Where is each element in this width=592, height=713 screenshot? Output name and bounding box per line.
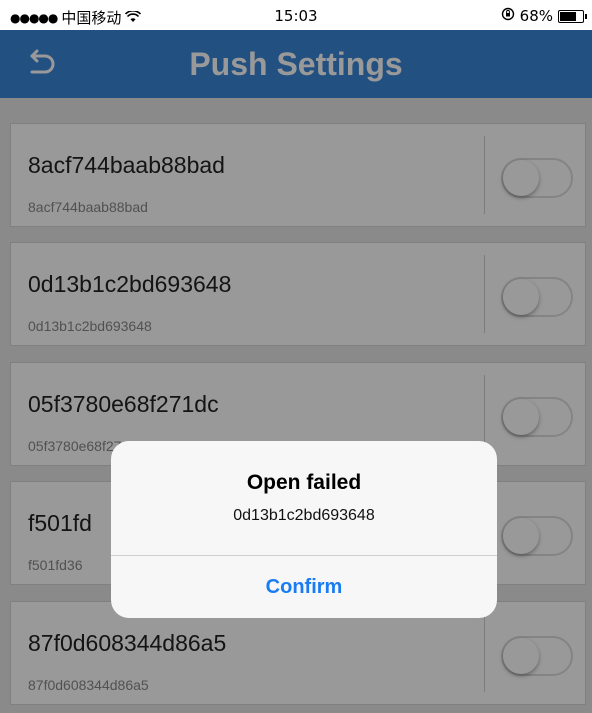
orientation-lock-icon [501, 7, 515, 25]
battery-icon [558, 9, 587, 23]
battery-percent: 68% [519, 7, 553, 25]
confirm-button[interactable]: Confirm [111, 556, 497, 618]
alert-dialog: Open failed 0d13b1c2bd693648 Confirm [111, 441, 497, 618]
status-bar: ●●●●● 中国移动 15:03 68% [0, 0, 592, 30]
alert-title: Open failed [246, 471, 362, 494]
status-right: 68% [501, 7, 587, 25]
alert-message: 0d13b1c2bd693648 [233, 507, 375, 524]
